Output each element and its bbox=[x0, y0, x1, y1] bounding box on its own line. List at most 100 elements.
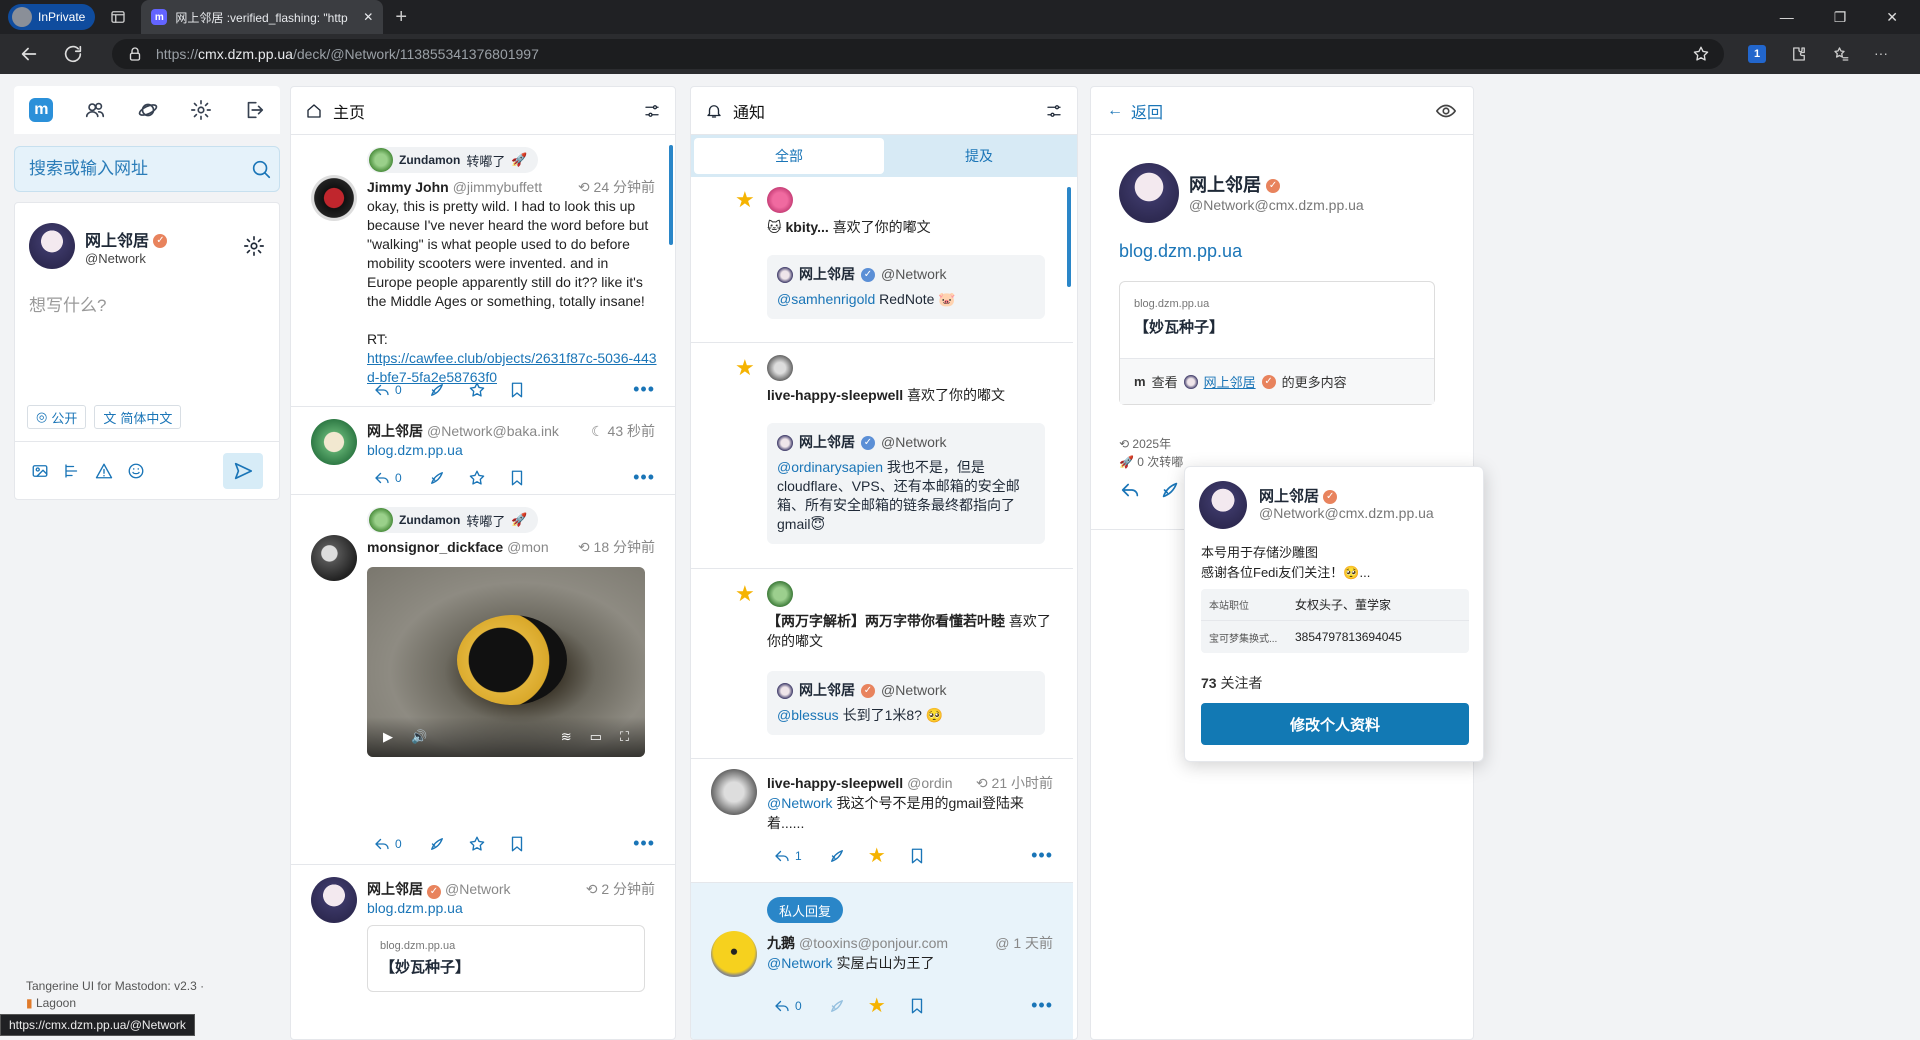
avatar[interactable] bbox=[711, 769, 757, 815]
address-bar[interactable]: https://cmx.dzm.pp.ua/deck/@Network/1138… bbox=[112, 39, 1724, 69]
favorites-icon[interactable] bbox=[1832, 45, 1850, 63]
favourite-button[interactable] bbox=[468, 469, 486, 487]
avatar[interactable] bbox=[1199, 481, 1247, 529]
status-link[interactable]: blog.dzm.pp.ua bbox=[367, 441, 657, 460]
quoted-status[interactable]: 网上邻居 ✓ @Network @ordinarysapien 我也不是，但是clo… bbox=[767, 423, 1045, 544]
tab-all[interactable]: 全部 bbox=[694, 138, 884, 174]
timestamp[interactable]: @ 1 天前 bbox=[995, 933, 1053, 953]
more-options-icon[interactable]: ••• bbox=[633, 833, 655, 854]
more-options-icon[interactable]: ••• bbox=[1031, 995, 1053, 1016]
hovercard-name[interactable]: 网上邻居 ✓ bbox=[1259, 485, 1338, 506]
avatar[interactable] bbox=[311, 419, 357, 465]
timestamp[interactable]: ☾ 43 秒前 bbox=[591, 421, 655, 441]
status-link[interactable]: blog.dzm.pp.ua bbox=[367, 899, 657, 918]
column-settings-icon[interactable] bbox=[643, 102, 661, 120]
poll-icon[interactable] bbox=[63, 462, 81, 480]
notification-favourite[interactable]: ★ 【两万字解析】两万字带你看懂若叶睦 喜欢了你的嘟文 网上邻居 ✓ @Networ… bbox=[691, 569, 1073, 759]
account-settings-gear-icon[interactable] bbox=[243, 235, 265, 257]
volume-icon[interactable]: 🔊 bbox=[411, 729, 427, 745]
notifications-column-header[interactable]: 通知 bbox=[691, 87, 1077, 135]
content-warning-icon[interactable] bbox=[95, 462, 113, 480]
mastodon-logo-icon[interactable]: m bbox=[29, 98, 54, 122]
bookmark-button[interactable] bbox=[508, 469, 526, 487]
inprivate-badge[interactable]: InPrivate bbox=[8, 4, 96, 30]
edit-profile-button[interactable]: 修改个人资料 bbox=[1201, 703, 1469, 745]
reply-button[interactable]: 0 bbox=[773, 997, 802, 1015]
more-options-icon[interactable]: ••• bbox=[1031, 845, 1053, 866]
favourite-button[interactable] bbox=[468, 381, 486, 399]
bookmark-button[interactable] bbox=[908, 847, 926, 865]
timestamp[interactable]: ⟲ 18 分钟前 bbox=[578, 537, 655, 557]
emoji-icon[interactable] bbox=[127, 462, 145, 480]
boost-button[interactable] bbox=[828, 847, 846, 865]
reply-button[interactable]: 1 bbox=[773, 847, 802, 865]
status[interactable]: 网上邻居 ✓ @Network ⟲ 2 分钟前 blog.dzm.pp.ua bl… bbox=[291, 865, 675, 1039]
favorite-star-icon[interactable] bbox=[1692, 45, 1710, 63]
home-column-header[interactable]: 主页 bbox=[291, 87, 675, 135]
tab-actions-icon[interactable] bbox=[109, 8, 127, 26]
status[interactable]: Zundamon 转嘟了 🚀 Jimmy John @jimmybuffett ⟲ … bbox=[291, 135, 675, 407]
timestamp[interactable]: ⟲ 24 分钟前 bbox=[578, 177, 655, 197]
profile-name[interactable]: 网上邻居 ✓ bbox=[1189, 171, 1281, 197]
search-box[interactable] bbox=[14, 146, 280, 192]
extensions-icon[interactable] bbox=[1790, 45, 1808, 63]
status-link[interactable]: blog.dzm.pp.ua bbox=[1119, 241, 1242, 262]
notification-mention[interactable]: live-happy-sleepwell @ordin ⟲ 21 小时前 @Net… bbox=[691, 759, 1073, 883]
avatar[interactable] bbox=[711, 931, 757, 977]
status-header[interactable]: Jimmy John @jimmybuffett ⟲ 24 分钟前 bbox=[367, 177, 655, 197]
status-header[interactable]: 网上邻居 @Network@baka.ink ☾ 43 秒前 bbox=[367, 421, 655, 441]
followers-count[interactable]: 73 关注者 bbox=[1201, 673, 1262, 693]
compose-textarea[interactable] bbox=[29, 291, 265, 387]
link-preview-card[interactable]: blog.dzm.pp.ua 【妙瓦种子】 bbox=[367, 925, 645, 992]
status-header[interactable]: live-happy-sleepwell @ordin ⟲ 21 小时前 bbox=[767, 773, 1053, 793]
new-tab-icon[interactable]: + bbox=[395, 6, 407, 29]
avatar[interactable] bbox=[767, 187, 793, 213]
search-icon[interactable] bbox=[250, 158, 272, 180]
avatar[interactable] bbox=[1119, 163, 1179, 223]
more-options-icon[interactable]: ••• bbox=[633, 467, 655, 488]
notification-private-mention[interactable]: 私人回复 九鹅 @tooxins@ponjour.com @ 1 天前 @Netw… bbox=[691, 883, 1073, 1039]
bookmark-button[interactable] bbox=[908, 997, 926, 1015]
status[interactable]: 网上邻居 @Network@baka.ink ☾ 43 秒前 blog.dzm.p… bbox=[291, 407, 675, 495]
close-window-icon[interactable]: ✕ bbox=[1886, 9, 1898, 26]
reply-button[interactable] bbox=[1119, 479, 1141, 501]
favourite-button[interactable] bbox=[468, 835, 486, 853]
notification-favourite[interactable]: ★ live-happy-sleepwell 喜欢了你的嘟文 网上邻居 ✓ @Net… bbox=[691, 343, 1073, 569]
theater-mode-icon[interactable]: ▭ bbox=[590, 729, 602, 745]
back-button[interactable]: 返回 bbox=[1131, 99, 1163, 123]
timestamp[interactable]: ⟲ 2 分钟前 bbox=[586, 879, 655, 899]
bookmark-button[interactable] bbox=[508, 835, 526, 853]
people-icon[interactable] bbox=[84, 99, 106, 121]
avatar[interactable] bbox=[767, 355, 793, 381]
minimize-icon[interactable]: — bbox=[1780, 9, 1794, 26]
status-header[interactable]: 九鹅 @tooxins@ponjour.com @ 1 天前 bbox=[767, 933, 1053, 953]
boost-button[interactable] bbox=[428, 469, 446, 487]
close-tab-icon[interactable]: ✕ bbox=[363, 10, 373, 24]
notification-favourite[interactable]: ★ 🐱 kbity... 喜欢了你的嘟文 网上邻居 ✓ @Network @samh… bbox=[691, 177, 1073, 343]
avatar[interactable] bbox=[311, 877, 357, 923]
image-upload-icon[interactable] bbox=[31, 462, 49, 480]
boost-button[interactable] bbox=[828, 997, 846, 1015]
boost-button[interactable] bbox=[428, 381, 446, 399]
ublock-shield-icon[interactable]: 1 bbox=[1748, 45, 1766, 63]
author-link[interactable]: 网上邻居 bbox=[1204, 372, 1256, 391]
favourite-button[interactable]: ★ bbox=[868, 843, 886, 868]
restore-icon[interactable]: ❐ bbox=[1834, 9, 1847, 26]
avatar[interactable] bbox=[767, 581, 793, 607]
logout-icon[interactable] bbox=[243, 99, 265, 121]
tab-mentions[interactable]: 提及 bbox=[884, 138, 1074, 174]
column-settings-icon[interactable] bbox=[1045, 102, 1063, 120]
my-account[interactable]: 网上邻居 ✓ @Network bbox=[15, 203, 279, 269]
video-player[interactable]: ▶ 🔊 ≋ ▭ ⛶ bbox=[367, 567, 645, 757]
reply-button[interactable]: 0 bbox=[373, 469, 402, 487]
timestamp[interactable]: ⟲ 21 小时前 bbox=[976, 773, 1053, 793]
favourite-button[interactable]: ★ bbox=[868, 993, 886, 1018]
bookmark-button[interactable] bbox=[508, 381, 526, 399]
quoted-status[interactable]: 网上邻居 ✓ @Network @samhenrigold RedNote 🐷 bbox=[767, 255, 1045, 319]
search-input[interactable] bbox=[29, 159, 250, 179]
explore-planet-icon[interactable] bbox=[137, 99, 159, 121]
link-preview-card[interactable]: blog.dzm.pp.ua 【妙瓦种子】 m 查看 网上邻居 ✓ 的更多内容 bbox=[1119, 281, 1435, 405]
boost-header[interactable]: Zundamon 转嘟了 🚀 bbox=[367, 507, 538, 533]
avatar[interactable] bbox=[311, 175, 357, 221]
status-header[interactable]: 网上邻居 ✓ @Network ⟲ 2 分钟前 bbox=[367, 879, 655, 899]
